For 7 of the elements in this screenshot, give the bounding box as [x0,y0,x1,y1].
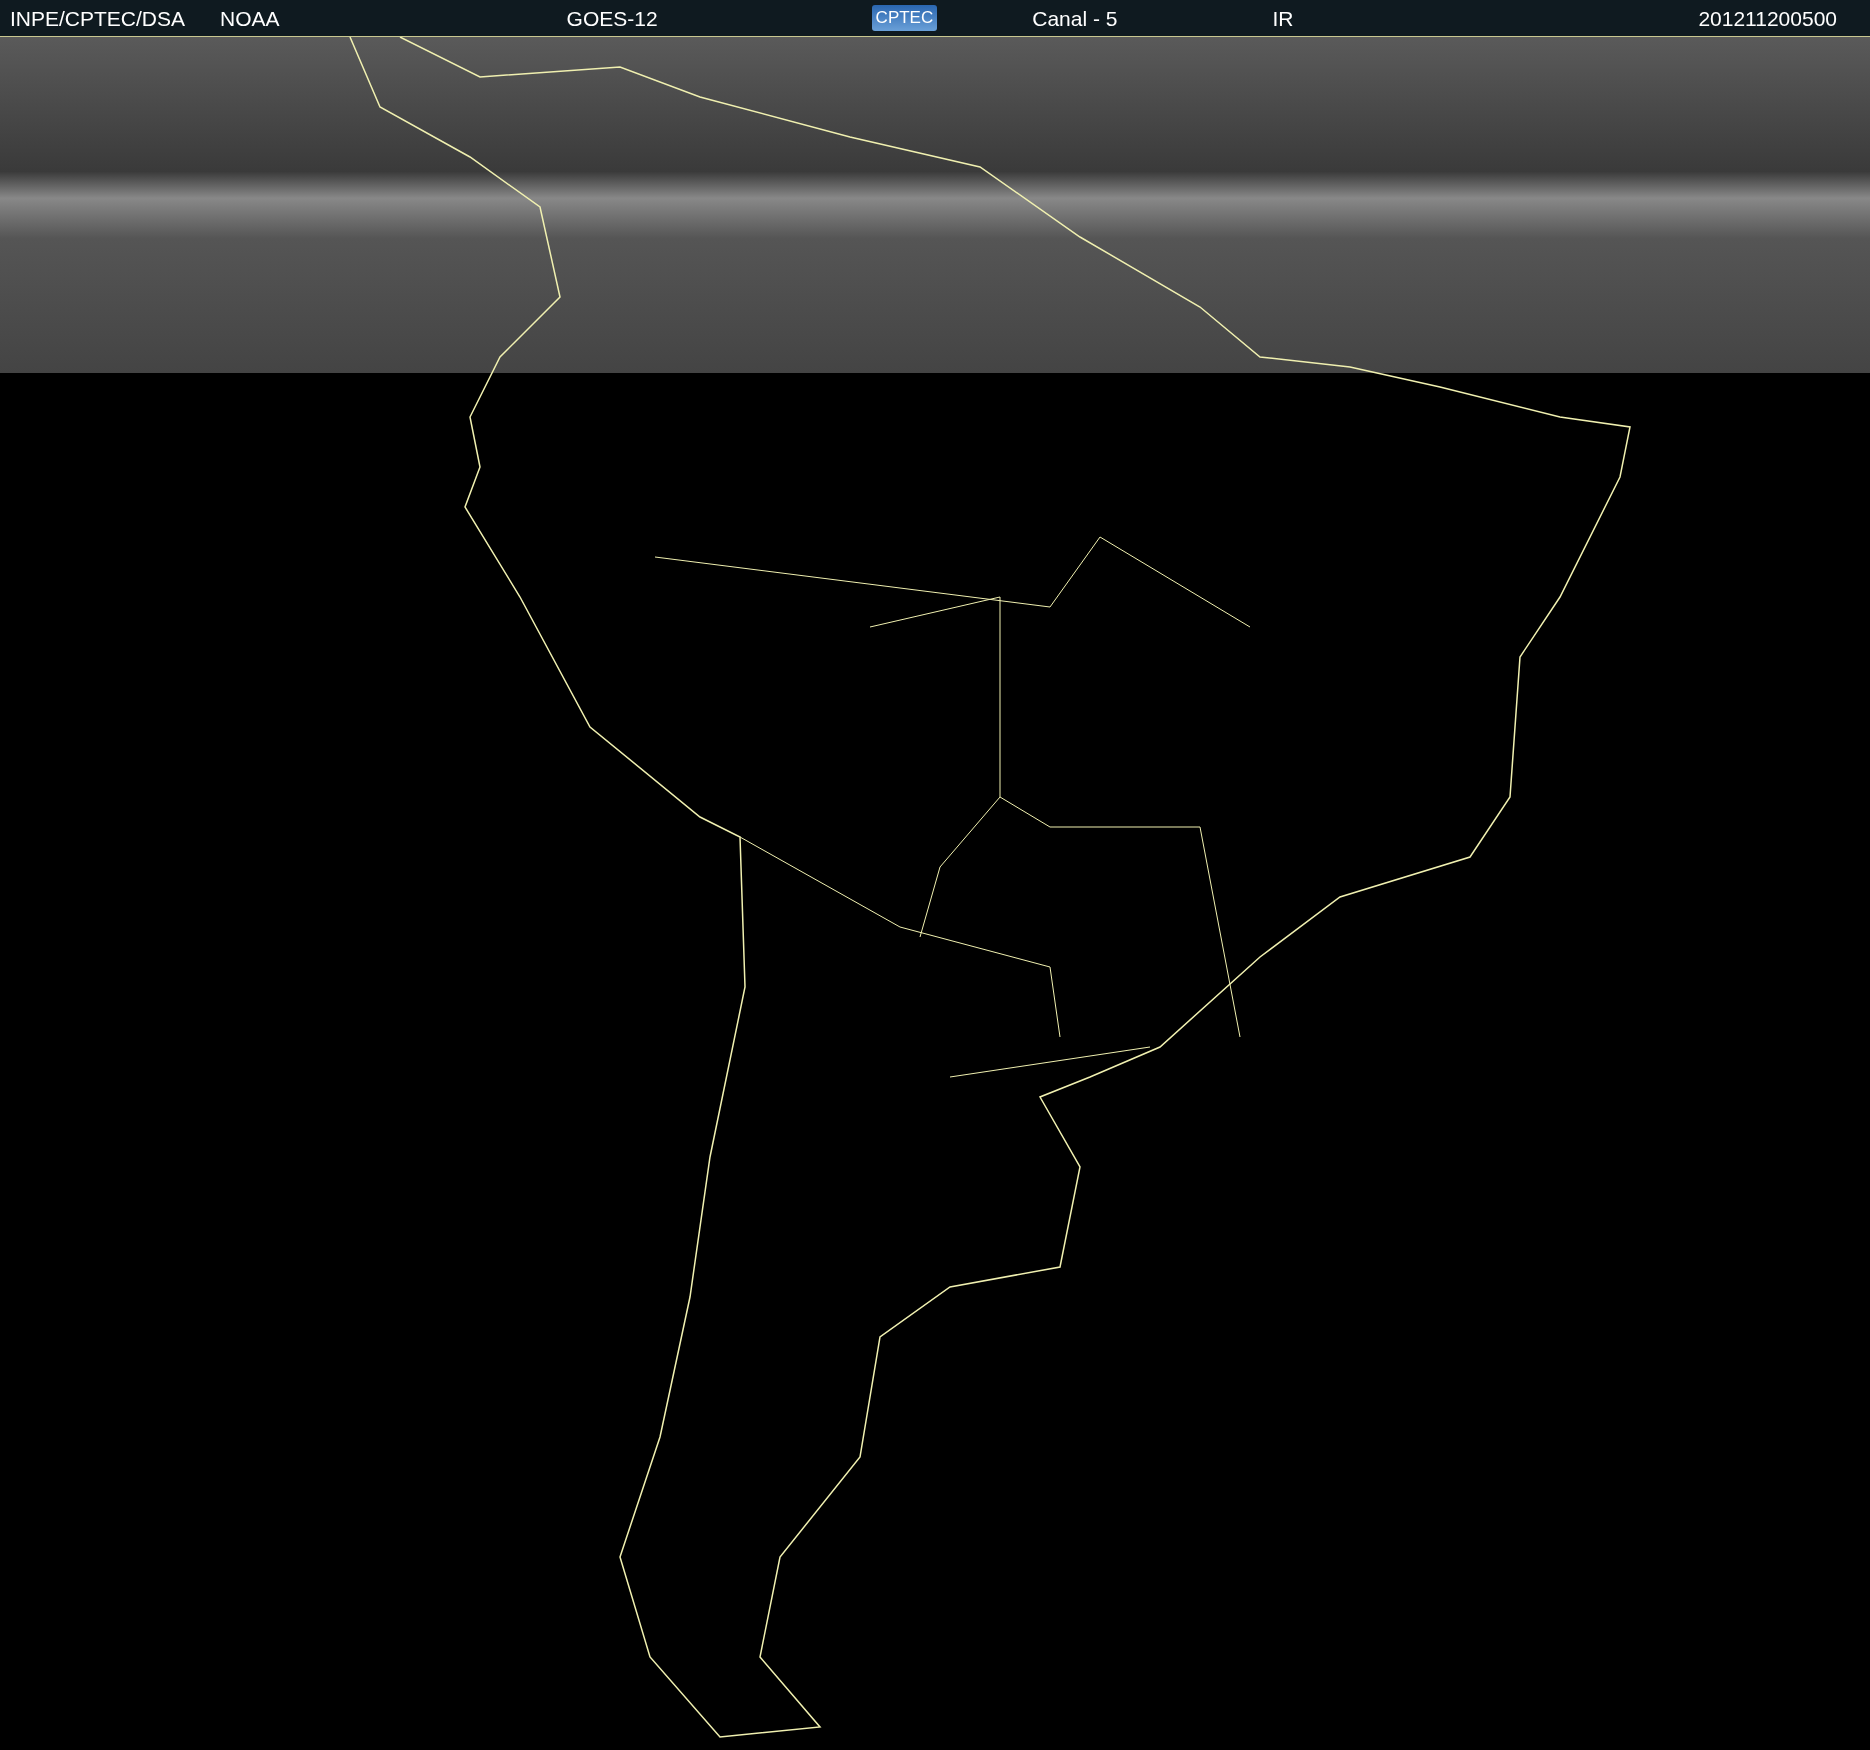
timestamp-label: 201211200500 [1698,7,1837,29]
logo: CPTEC [871,5,938,31]
satellite-label: GOES-12 [566,7,658,29]
agency-label: NOAA [220,7,280,29]
band-label: IR [1272,7,1294,29]
channel-label: Canal - 5 [1032,7,1118,29]
source-label: INPE/CPTEC/DSA [10,7,186,29]
